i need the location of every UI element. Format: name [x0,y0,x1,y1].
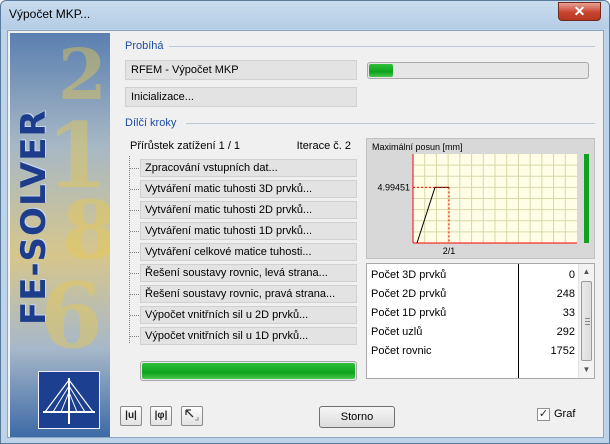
info-scrollbar[interactable]: ▲ ▼ [578,264,594,378]
iteration-label: Iterace č. 2 [296,140,351,152]
x-tick-label: 2/1 [443,246,456,256]
tree-branch [130,252,139,253]
close-button[interactable]: ✕ [558,2,601,21]
level-bar [584,154,589,243]
model-info-table: Počet 3D prvků 0 Počet 2D prvků 248 Počet 1D… [366,263,595,379]
tree-branch [130,336,139,337]
task-name: RFEM - Výpočet MKP [125,60,357,80]
task-progress-bar [367,62,589,79]
steps-section-title: Dílčí kroky [125,117,177,129]
grip-line [585,318,590,319]
info-row: Počet 1D prvků 33 [371,304,577,323]
tree-branch [130,210,139,211]
tree-branch [130,294,139,295]
units-icon: |u| [125,410,137,421]
steps-progress-bar [140,361,357,381]
displacement-chart: Maximální posun [mm] 4.99451 2/1 [366,138,595,259]
column-separator [518,264,519,378]
step-item: Řešení soustavy rovnic, pravá strana... [140,285,357,303]
grip-line [585,321,590,322]
step-item: Vytváření celkové matice tuhosti... [140,243,357,261]
step-item: Řešení soustavy rovnic, levá strana... [140,264,357,282]
pointer-button[interactable] [181,406,203,426]
chart-svg: Maximální posun [mm] 4.99451 2/1 [372,142,589,256]
scroll-down-icon[interactable]: ▼ [579,362,594,377]
phase-label: Inicializace... [125,87,357,107]
tree-branch [130,189,139,190]
cancel-button[interactable]: Storno [319,406,395,428]
pointer-icon [185,409,199,421]
dialog-window: Výpočet MKP... ✕ 2 1 8 6 FE-SOLVER Probí… [0,0,610,444]
info-value: 248 [556,288,575,300]
rotation-icon: |φ| [154,410,168,421]
tree-branch [130,315,139,316]
chart-title: Maximální posun [mm] [372,142,463,152]
step-item: Výpočet vnitřních sil u 1D prvků... [140,327,357,345]
info-row: Počet uzlů 292 [371,323,577,342]
info-row: Počet rovnic 1752 [371,342,577,361]
info-row: Počet 2D prvků 248 [371,285,577,304]
rotation-button[interactable]: |φ| [150,406,172,426]
scroll-up-icon[interactable]: ▲ [579,264,594,279]
increment-label: Přírůstek zatížení 1 / 1 [130,140,241,152]
y-tick-label: 4.99451 [377,182,410,192]
step-item: Vytváření matic tuhosti 1D prvků... [140,222,357,240]
graph-checkbox-label: Graf [554,408,576,420]
info-label: Počet rovnic [371,345,432,357]
divider [186,123,595,124]
title-bar: Výpočet MKP... ✕ [1,1,609,29]
graph-checkbox[interactable]: ✓ [537,408,550,421]
grip-line [585,324,590,325]
fe-solver-banner: 2 1 8 6 FE-SOLVER [10,33,110,437]
step-item: Vytváření matic tuhosti 2D prvků... [140,201,357,219]
units-button[interactable]: |u| [120,406,142,426]
running-section-title: Probíhá [125,40,164,52]
info-label: Počet uzlů [371,326,423,338]
info-value: 292 [556,326,575,338]
steps-progress-fill [142,363,355,379]
banner-title: FE-SOLVER [14,109,54,325]
step-item: Zpracování vstupních dat... [140,159,357,177]
increment-header: Přírůstek zatížení 1 / 1 Iterace č. 2 [125,138,357,155]
task-progress-fill [369,64,394,77]
window-title: Výpočet MKP... [9,7,91,21]
scroll-thumb[interactable] [581,281,592,361]
info-value: 0 [568,269,575,281]
tree-branch [130,231,139,232]
info-value: 1752 [550,345,575,357]
divider [169,46,595,47]
info-label: Počet 3D prvků [371,269,447,281]
info-row: Počet 3D prvků 0 [371,266,577,285]
bridge-logo-icon [38,371,100,429]
step-item: Výpočet vnitřních sil u 2D prvků... [140,306,357,324]
tree-branch [130,273,139,274]
checkmark-icon: ✓ [538,408,549,420]
info-value: 33 [562,307,575,319]
info-label: Počet 2D prvků [371,288,447,300]
info-label: Počet 1D prvků [371,307,447,319]
tree-branch [130,168,139,169]
step-item: Vytváření matic tuhosti 3D prvků... [140,180,357,198]
